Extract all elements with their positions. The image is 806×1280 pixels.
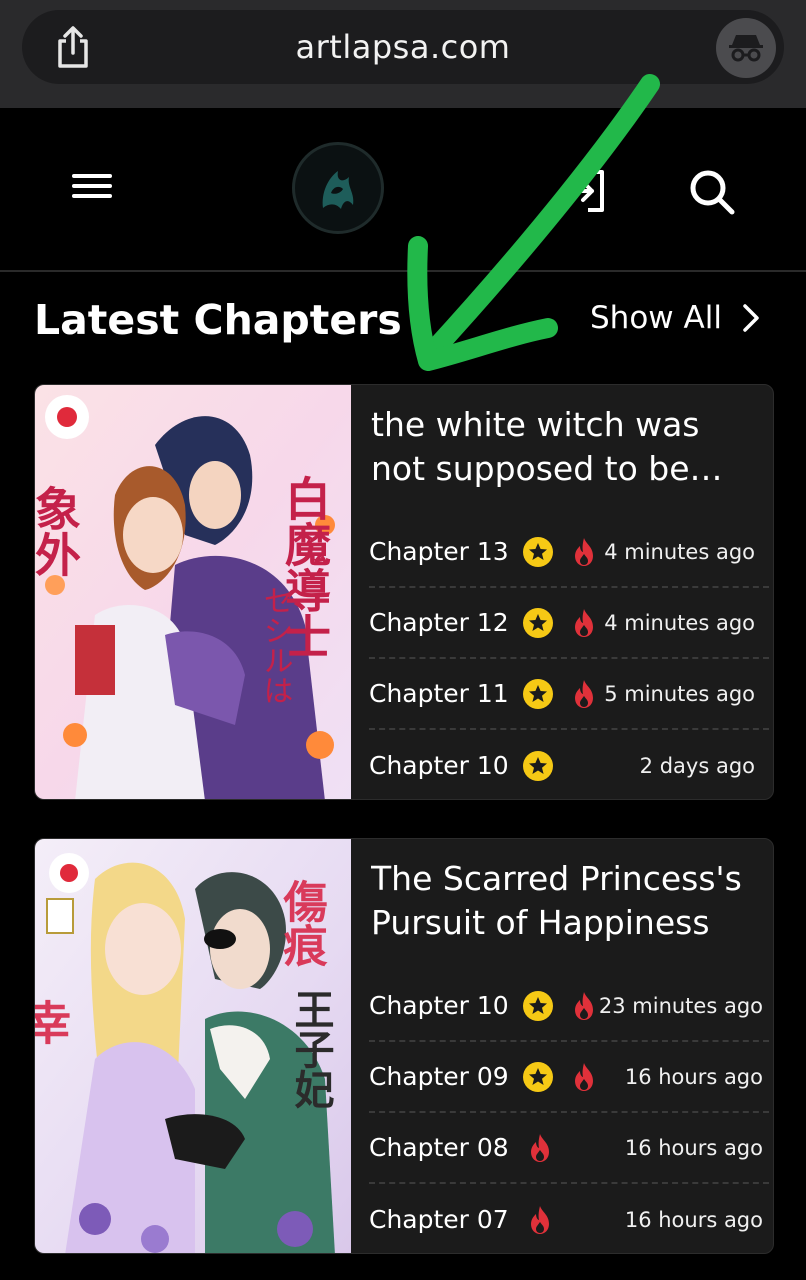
series-title[interactable]: the white witch was not supposed to be… xyxy=(371,403,761,491)
browser-toolbar: artlapsa.com xyxy=(0,0,806,108)
incognito-icon[interactable] xyxy=(716,18,776,78)
star-icon xyxy=(522,990,553,1021)
chapter-name[interactable]: Chapter 09 xyxy=(369,1062,509,1091)
fire-icon xyxy=(574,537,593,566)
fire-icon xyxy=(574,679,593,708)
chapter-name[interactable]: Chapter 10 xyxy=(369,991,509,1020)
site-header xyxy=(0,108,806,272)
star-icon xyxy=(522,750,553,781)
show-all-label[interactable]: Show All xyxy=(590,300,722,336)
chapter-row[interactable]: Chapter 11 5 minutes ago xyxy=(369,659,769,730)
chapter-row[interactable]: Chapter 12 4 minutes ago xyxy=(369,588,769,659)
chapter-name[interactable]: Chapter 10 xyxy=(369,751,509,780)
fire-icon xyxy=(574,1062,593,1091)
fire-icon xyxy=(530,1133,549,1162)
chapter-row[interactable]: Chapter 08 16 hours ago xyxy=(369,1113,769,1184)
series-title[interactable]: The Scarred Princess's Pursuit of Happin… xyxy=(371,857,761,945)
chevron-right-icon xyxy=(743,304,759,332)
chapter-name[interactable]: Chapter 11 xyxy=(369,679,509,708)
series-card[interactable]: 傷痕 王子妃 幸 The Scarred Princess's Pursuit … xyxy=(34,838,774,1254)
series-title-line2[interactable]: not supposed to be… xyxy=(371,447,761,491)
chapter-row[interactable]: Chapter 10 23 minutes ago xyxy=(369,971,769,1042)
series-cover-image[interactable]: 傷痕 王子妃 幸 xyxy=(35,839,351,1253)
site-logo[interactable] xyxy=(292,142,384,234)
svg-text:セシルは: セシルは xyxy=(258,585,293,705)
chapter-list: Chapter 13 4 minutes ago Chapter 12 4 mi… xyxy=(369,517,769,799)
series-title-line1[interactable]: The Scarred Princess's xyxy=(371,857,761,901)
chapter-time: 4 minutes ago xyxy=(604,610,755,635)
svg-text:象外: 象外 xyxy=(35,485,82,577)
series-cover-image[interactable]: 白魔導士 セシルは 象外 xyxy=(35,385,351,799)
chapter-time: 23 minutes ago xyxy=(598,993,763,1018)
star-icon xyxy=(522,1061,553,1092)
login-icon[interactable] xyxy=(562,166,612,216)
section-title: Latest Chapters xyxy=(34,296,402,344)
series-title-line1[interactable]: the white witch was xyxy=(371,403,761,447)
url-text[interactable]: artlapsa.com xyxy=(22,28,784,66)
address-bar[interactable]: artlapsa.com xyxy=(22,10,784,84)
chapter-name[interactable]: Chapter 13 xyxy=(369,537,509,566)
chapter-time: 4 minutes ago xyxy=(604,539,755,564)
svg-text:王子妃: 王子妃 xyxy=(288,989,335,1109)
fire-icon xyxy=(574,608,593,637)
chapter-time: 16 hours ago xyxy=(624,1135,763,1160)
fire-icon xyxy=(530,1205,549,1234)
chapter-name[interactable]: Chapter 07 xyxy=(369,1205,509,1234)
show-all-link[interactable]: Show All xyxy=(590,300,760,336)
chapter-name[interactable]: Chapter 08 xyxy=(369,1133,509,1162)
star-icon xyxy=(522,678,553,709)
chapter-time: 16 hours ago xyxy=(624,1064,763,1089)
chapter-row[interactable]: Chapter 10 2 days ago xyxy=(369,730,769,799)
series-title-line2[interactable]: Pursuit of Happiness xyxy=(371,901,761,945)
series-card[interactable]: 白魔導士 セシルは 象外 the white witch was not sup… xyxy=(34,384,774,800)
chapter-time: 5 minutes ago xyxy=(604,681,755,706)
chapter-name[interactable]: Chapter 12 xyxy=(369,608,509,637)
chapter-row[interactable]: Chapter 09 16 hours ago xyxy=(369,1042,769,1113)
chapter-list: Chapter 10 23 minutes ago Chapter 09 16 … xyxy=(369,971,769,1253)
chapter-row[interactable]: Chapter 13 4 minutes ago xyxy=(369,517,769,588)
search-icon[interactable] xyxy=(686,166,738,218)
svg-text:幸: 幸 xyxy=(35,999,72,1045)
svg-text:傷痕: 傷痕 xyxy=(276,879,329,967)
star-icon xyxy=(522,607,553,638)
star-icon xyxy=(522,536,553,567)
fire-icon xyxy=(574,991,593,1020)
chapter-row[interactable]: Chapter 07 16 hours ago xyxy=(369,1184,769,1253)
chapter-time: 2 days ago xyxy=(639,753,755,778)
chapter-time: 16 hours ago xyxy=(624,1207,763,1232)
hamburger-menu-icon[interactable] xyxy=(70,168,120,212)
